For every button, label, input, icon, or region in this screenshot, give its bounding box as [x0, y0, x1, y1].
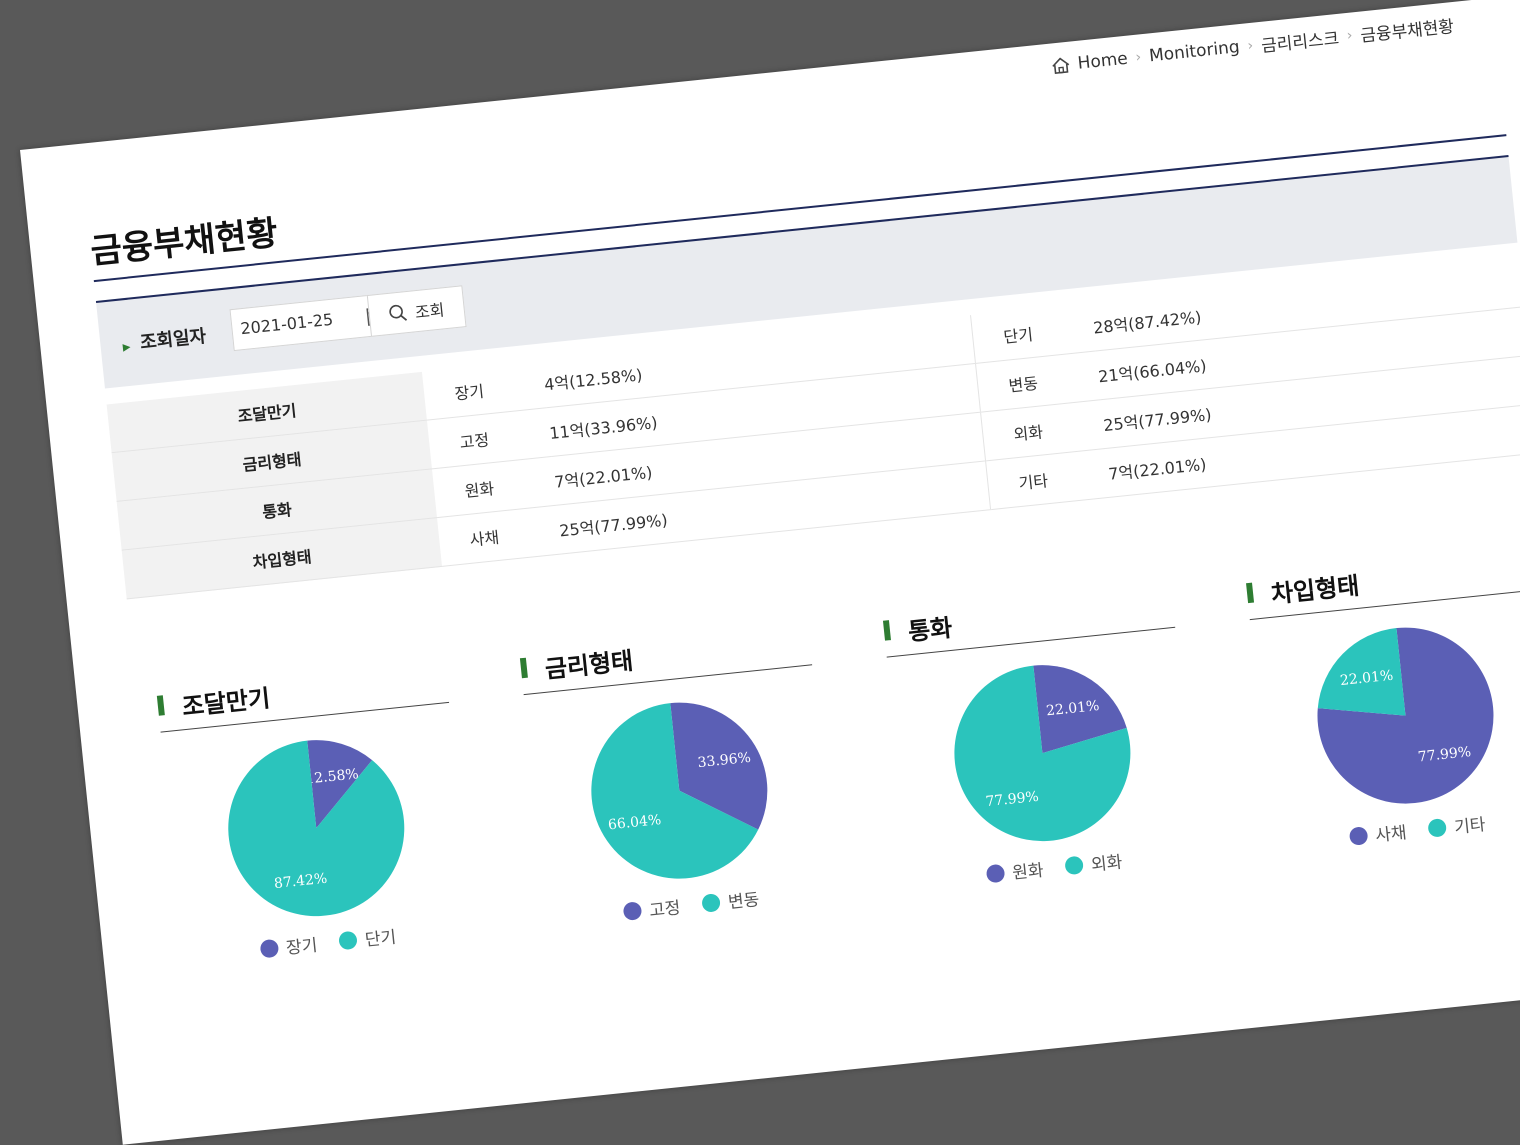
legend-label: 원화 — [1011, 860, 1045, 884]
legend-label: 장기 — [285, 935, 319, 959]
breadcrumb-rate-risk[interactable]: 금리리스크 — [1260, 24, 1340, 57]
chart-section-maturity: 조달만기 12.58% 87.42% 장기 단기 — [155, 654, 450, 959]
chevron-right-icon: › — [1345, 26, 1354, 44]
chart-legend: 고정 변동 — [546, 877, 837, 932]
pie-chart-rate-type: 33.96%66.04% — [591, 702, 768, 879]
legend-label: 변동 — [727, 890, 761, 914]
legend-item[interactable]: 기타 — [1427, 810, 1487, 841]
section-title: 금리형태 — [519, 641, 635, 687]
legend-label: 고정 — [648, 898, 682, 922]
legend-dot — [259, 938, 279, 959]
home-icon[interactable] — [1051, 56, 1071, 74]
legend-dot — [1064, 855, 1084, 875]
search-icon — [389, 304, 408, 321]
legend-dot — [1348, 825, 1369, 846]
section-title: 통화 — [882, 608, 954, 650]
legend-item[interactable]: 원화 — [985, 856, 1045, 887]
search-date-label-text: 조회일자 — [139, 325, 208, 354]
chart-section-rate-type: 금리형태 33.96% 66.04% 고정 변동 — [518, 616, 813, 921]
legend-label: 외화 — [1090, 852, 1124, 876]
page-sheet: Home › Monitoring › 금리리스크 › 금융부채현황 금융부채현… — [20, 0, 1520, 1145]
pie-chart-currency: 22.01%77.99% — [954, 665, 1131, 842]
date-value: 2021-01-25 — [239, 309, 335, 339]
legend-item[interactable]: 변동 — [701, 885, 761, 916]
chart-section-borrowing-type: 차입형태 77.99% 22.01% 사채 기타 — [1244, 541, 1520, 846]
chart-section-currency: 통화 22.01% 77.99% 원화 외화 — [881, 579, 1176, 884]
section-header: 통화 — [881, 579, 1176, 658]
chevron-right-icon: › — [1246, 37, 1254, 54]
search-button-label: 조회 — [414, 300, 446, 323]
chevron-right-icon: › — [1134, 48, 1142, 66]
legend-dot — [1427, 817, 1448, 838]
legend-dot — [338, 930, 358, 950]
chart-legend: 사채 기타 — [1272, 802, 1520, 857]
legend-label: 사채 — [1374, 823, 1408, 847]
breadcrumb-home[interactable]: Home — [1077, 48, 1129, 73]
legend-label: 단기 — [364, 927, 398, 951]
legend-dot — [985, 863, 1006, 883]
legend-item[interactable]: 단기 — [338, 923, 398, 954]
triangle-bullet-icon: ▶ — [122, 341, 132, 354]
breadcrumb-current: 금융부채현황 — [1359, 17, 1455, 47]
page-title: 금융부채현황 — [88, 213, 280, 273]
search-date-label: ▶ 조회일자 — [121, 322, 207, 356]
search-button[interactable]: 조회 — [366, 285, 467, 337]
legend-dot — [701, 892, 721, 913]
legend-dot — [622, 900, 643, 921]
section-header: 차입형태 — [1244, 541, 1520, 621]
legend-item[interactable]: 고정 — [622, 893, 682, 924]
section-title: 조달만기 — [156, 678, 272, 724]
legend-label: 기타 — [1453, 814, 1487, 839]
legend-item[interactable]: 장기 — [259, 931, 319, 962]
pie-chart-maturity: 12.58%87.42% — [228, 740, 405, 917]
breadcrumb-monitoring[interactable]: Monitoring — [1148, 37, 1240, 66]
section-header: 조달만기 — [155, 654, 450, 733]
pie-chart-borrowing-type: 77.99%22.01% — [1317, 627, 1494, 804]
chart-legend: 장기 단기 — [183, 915, 474, 970]
section-title: 차입형태 — [1245, 566, 1361, 612]
chart-legend: 원화 외화 — [909, 840, 1200, 895]
section-header: 금리형태 — [518, 616, 813, 696]
legend-item[interactable]: 외화 — [1064, 848, 1124, 879]
legend-item[interactable]: 사채 — [1348, 818, 1408, 849]
